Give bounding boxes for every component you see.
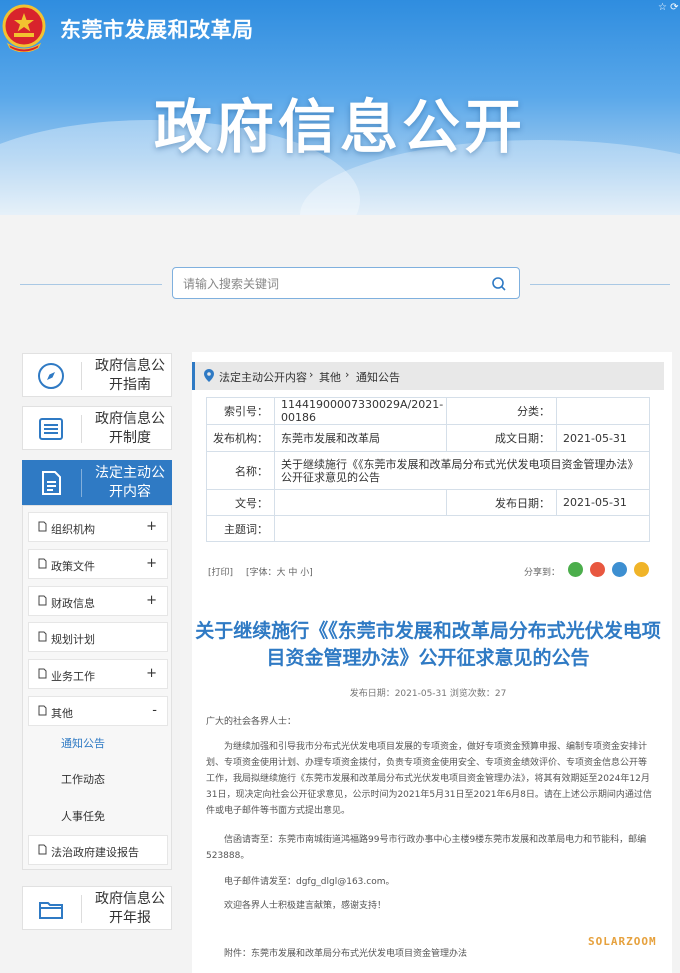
- document-metadata-table: 索引号： 11441900007330029A/2021-00186 分类： 发…: [206, 397, 650, 542]
- document-icon: [38, 558, 47, 569]
- favorite-icon[interactable]: ☆ ⟳: [658, 2, 679, 13]
- print-button[interactable]: [打印]: [208, 565, 233, 578]
- divider: [530, 284, 670, 285]
- sidebar-item-business[interactable]: 业务工作 +: [28, 659, 168, 689]
- weibo-share-icon[interactable]: [590, 562, 605, 577]
- qq-share-icon[interactable]: [612, 562, 627, 577]
- meta-issuer-value: 东莞市发展和改革局: [274, 424, 447, 452]
- sidebar-card-label: 政府信息公开指南: [95, 358, 165, 393]
- expand-icon[interactable]: +: [146, 593, 157, 608]
- main-content: 法定主动公开内容 › 其他 › 通知公告 索引号： 11441900007330…: [192, 352, 672, 973]
- national-emblem-icon: [2, 4, 46, 52]
- folder-icon: [39, 902, 63, 919]
- sidebar-card-guide[interactable]: 政府信息公开指南: [22, 353, 172, 397]
- document-icon: [38, 521, 47, 532]
- expand-icon[interactable]: +: [146, 556, 157, 571]
- sidebar-card-label: 政府信息公开制度: [95, 411, 165, 446]
- sidebar-card-mandatory[interactable]: 法定主动公开内容: [22, 460, 172, 506]
- breadcrumb-item[interactable]: 其他: [319, 369, 341, 385]
- meta-category-value: [556, 397, 650, 425]
- meta-subject-value: [274, 515, 650, 542]
- sidebar-item-planning[interactable]: 规划计划: [28, 622, 168, 652]
- divider: [20, 284, 162, 285]
- document-icon: [38, 595, 47, 606]
- meta-created-value: 2021-05-31: [556, 424, 650, 452]
- compass-icon: [38, 363, 64, 389]
- article-title: 关于继续施行《《东莞市发展和改革局分布式光伏发电项目资金管理办法》公开征求意见的…: [195, 620, 661, 669]
- chevron-right-icon: ›: [309, 368, 314, 381]
- article-publish-info: 发布日期：2021-05-31 浏览次数：27: [349, 689, 507, 699]
- sidebar-item-other[interactable]: 其他 -: [28, 696, 168, 726]
- sidebar-item-label: 其他: [51, 707, 73, 720]
- meta-label: 名称：: [206, 451, 275, 490]
- article-attachment-link[interactable]: 附件：东莞市发展和改革局分布式光伏发电项目资金管理办法: [206, 946, 654, 962]
- document-icon: [38, 705, 47, 716]
- sidebar-subitem-news[interactable]: 工作动态: [61, 771, 105, 787]
- collapse-icon[interactable]: -: [152, 703, 157, 718]
- location-pin-icon: [204, 369, 214, 382]
- meta-published-value: 2021-05-31: [556, 489, 650, 516]
- sidebar-item-rule-of-law[interactable]: 法治政府建设报告: [28, 835, 168, 865]
- sidebar-card-annual-report[interactable]: 政府信息公开年报: [22, 886, 172, 930]
- meta-label: 发布机构：: [206, 424, 275, 452]
- meta-label: 主题词：: [206, 515, 275, 542]
- qzone-share-icon[interactable]: [634, 562, 649, 577]
- meta-docno-value: [274, 489, 447, 516]
- sidebar-item-label: 组织机构: [51, 523, 95, 536]
- search-icon[interactable]: [491, 276, 507, 292]
- expand-icon[interactable]: +: [146, 666, 157, 681]
- meta-label: 文号：: [206, 489, 275, 516]
- chevron-right-icon: ›: [345, 368, 350, 381]
- search-input[interactable]: [183, 274, 483, 294]
- divider: [81, 469, 82, 497]
- list-icon: [39, 418, 63, 440]
- meta-label: 发布日期：: [446, 489, 557, 516]
- sidebar-card-label: 政府信息公开年报: [95, 891, 165, 926]
- sidebar-item-label: 法治政府建设报告: [51, 846, 139, 859]
- breadcrumb-item[interactable]: 通知公告: [356, 369, 400, 385]
- sidebar-subitem-personnel[interactable]: 人事任免: [61, 808, 105, 824]
- divider: [81, 415, 82, 443]
- divider: [81, 362, 82, 390]
- document-icon: [38, 631, 47, 642]
- sidebar-card-system[interactable]: 政府信息公开制度: [22, 406, 172, 450]
- sidebar-item-label: 规划计划: [51, 633, 95, 646]
- sidebar-item-label: 政策文件: [51, 560, 95, 573]
- agency-name[interactable]: 东莞市发展和改革局: [60, 14, 254, 44]
- watermark-logo: SOLARZOOM: [588, 935, 657, 948]
- meta-index-value: 11441900007330029A/2021-00186: [274, 397, 447, 425]
- document-icon: [42, 471, 61, 495]
- document-icon: [38, 844, 47, 855]
- meta-label: 分类：: [446, 397, 557, 425]
- article-mail-address: 信函请寄至：东莞市南城街道鸿福路99号市行政办事中心主楼9楼东莞市发展和改革局电…: [206, 835, 647, 861]
- article-body: 为继续加强和引导我市分布式光伏发电项目发展的专项资金，做好专项资金预算申报、编制…: [206, 742, 652, 816]
- article-welcome: 欢迎各界人士积极建言献策，感谢支持！: [224, 901, 387, 911]
- sidebar-subitem-notice[interactable]: 通知公告: [61, 735, 105, 751]
- article-greeting: 广大的社会各界人士：: [206, 717, 297, 727]
- breadcrumb-item[interactable]: 法定主动公开内容: [219, 369, 307, 385]
- meta-label: 成文日期：: [446, 424, 557, 452]
- expand-icon[interactable]: +: [146, 519, 157, 534]
- sidebar-item-finance[interactable]: 财政信息 +: [28, 586, 168, 616]
- meta-label: 索引号：: [206, 397, 275, 425]
- divider: [81, 895, 82, 923]
- document-icon: [38, 668, 47, 679]
- sidebar-card-label: 法定主动公开内容: [95, 465, 165, 500]
- sidebar-item-label: 业务工作: [51, 670, 95, 683]
- sidebar-sub-nav: 组织机构 + 政策文件 + 财政信息 + 规划计划 业务工作 + 其他 - 通知…: [22, 505, 172, 870]
- search-box: [172, 267, 520, 299]
- sidebar-item-org[interactable]: 组织机构 +: [28, 512, 168, 542]
- breadcrumb: 法定主动公开内容 › 其他 › 通知公告: [192, 362, 664, 390]
- share-label: 分享到：: [524, 568, 561, 578]
- banner-title: 政府信息公开: [153, 93, 526, 161]
- sidebar-item-policy[interactable]: 政策文件 +: [28, 549, 168, 579]
- meta-name-value: 关于继续施行《《东莞市发展和改革局分布式光伏发电项目资金管理办法》公开征求意见的…: [274, 451, 650, 490]
- sidebar-item-label: 财政信息: [51, 597, 95, 610]
- header-banner: 东莞市发展和改革局 ☆ ⟳ 政府信息公开: [0, 0, 680, 215]
- article-email: 电子邮件请发至：dgfg_dlgl@163.com。: [224, 877, 395, 887]
- font-size-selector[interactable]: [字体：大 中 小]: [246, 565, 313, 578]
- wechat-share-icon[interactable]: [568, 562, 583, 577]
